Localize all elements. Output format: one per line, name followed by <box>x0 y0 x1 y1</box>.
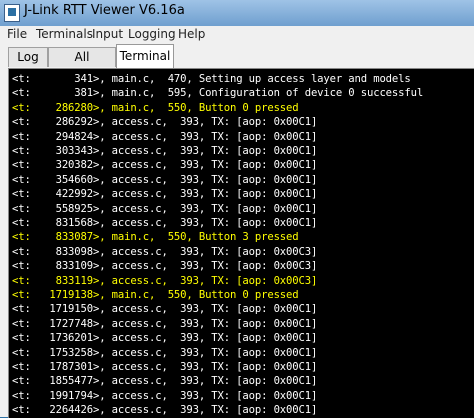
terminal-line: <t: 833098>, access.c, 393, TX: [aop: 0x… <box>12 245 318 258</box>
terminal-line: <t: 354660>, access.c, 393, TX: [aop: 0x… <box>12 173 318 186</box>
terminal-line: <t: 1753258>, access.c, 393, TX: [aop: 0… <box>12 346 318 359</box>
terminal-line: <t: 286280>, main.c, 550, Button 0 press… <box>12 101 299 114</box>
terminal-line: <t: 1991794>, access.c, 393, TX: [aop: 0… <box>12 389 318 402</box>
terminal-line: <t: 1787301>, access.c, 393, TX: [aop: 0… <box>12 361 318 373</box>
terminal-line: <t: 2264426>, access.c, 393, TX: [aop: 0… <box>12 404 318 417</box>
terminal-line: <t: 1719138>, main.c, 550, Button 0 pres… <box>12 289 299 301</box>
app-icon <box>4 4 20 22</box>
terminal-line: <t: 833087>, main.c, 550, Button 3 press… <box>12 231 299 244</box>
tab-strip: Log All Terminals Terminal 0 <box>0 44 474 85</box>
terminal-line: <t: 1736201>, access.c, 393, TX: [aop: 0… <box>12 332 318 345</box>
terminal-line: <t: 833109>, access.c, 393, TX: [aop: 0x… <box>12 260 318 273</box>
terminal-line: <t: 422992>, access.c, 393, TX: [aop: 0x… <box>12 188 318 201</box>
menu-bar: File Terminals Input Logging Help <box>0 26 474 45</box>
menu-help[interactable]: Help <box>178 27 205 41</box>
terminal-line: <t: 1719150>, access.c, 393, TX: [aop: 0… <box>12 303 318 316</box>
terminal-line: <t: 833119>, access.c, 393, TX: [aop: 0x… <box>12 274 318 287</box>
menu-logging[interactable]: Logging <box>128 27 176 41</box>
terminal-line: <t: 303343>, access.c, 393, TX: [aop: 0x… <box>12 145 318 157</box>
menu-input[interactable]: Input <box>92 27 123 41</box>
terminal-line: <t: 831568>, access.c, 393, TX: [aop: 0x… <box>12 217 318 229</box>
terminal-line: <t: 294824>, access.c, 393, TX: [aop: 0x… <box>12 130 318 143</box>
terminal-line: <t: 381>, main.c, 595, Configuration of … <box>12 87 424 100</box>
menu-file[interactable]: File <box>7 27 27 41</box>
rtt-viewer-window: J-Link RTT Viewer V6.16a File Terminals … <box>0 0 474 418</box>
terminal-line: <t: 1855477>, access.c, 393, TX: [aop: 0… <box>12 375 318 388</box>
menu-terminals[interactable]: Terminals <box>36 27 93 41</box>
title-bar[interactable]: J-Link RTT Viewer V6.16a <box>0 0 474 27</box>
window-title: J-Link RTT Viewer V6.16a <box>24 3 185 18</box>
terminal-line: <t: 320382>, access.c, 393, TX: [aop: 0x… <box>12 159 318 172</box>
tab-log[interactable]: Log <box>8 47 48 67</box>
tab-all-terminals[interactable]: All Terminals <box>48 47 116 83</box>
terminal-line: <t: 286292>, access.c, 393, TX: [aop: 0x… <box>12 116 318 129</box>
tab-terminal-0[interactable]: Terminal 0 <box>116 44 174 85</box>
terminal-line: <t: 1727748>, access.c, 393, TX: [aop: 0… <box>12 317 318 330</box>
terminal-output[interactable]: <t: 341>, main.c, 470, Setting up access… <box>8 68 474 418</box>
terminal-line: <t: 341>, main.c, 470, Setting up access… <box>12 73 411 85</box>
terminal-line: <t: 558925>, access.c, 393, TX: [aop: 0x… <box>12 202 318 215</box>
